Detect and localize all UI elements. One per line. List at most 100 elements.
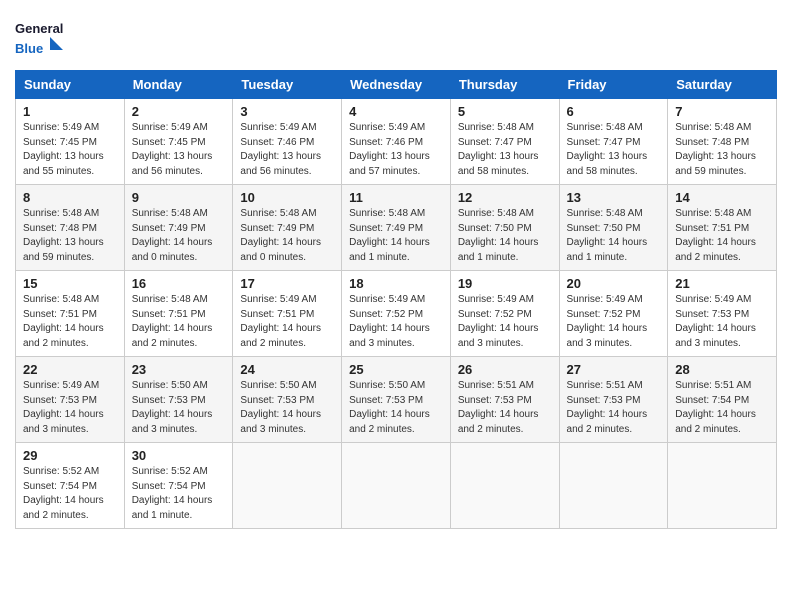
cell-details: Sunrise: 5:48 AMSunset: 7:47 PMDaylight:… [458, 121, 552, 179]
cell-2-6: 21 Sunrise: 5:49 AMSunset: 7:53 PMDayligh… [668, 271, 777, 357]
cell-2-5: 20Sunrise: 5:49 AMSunset: 7:52 PMDayligh… [559, 271, 668, 357]
day-number: 13 [567, 190, 661, 205]
cell-0-1: 2 Sunrise: 5:49 AMSunset: 7:45 PMDaylight… [124, 99, 233, 185]
cell-3-0: 22 Sunrise: 5:49 AMSunset: 7:53 PMDayligh… [16, 357, 125, 443]
day-number: 26 [458, 362, 552, 377]
week-row-4: 22 Sunrise: 5:49 AMSunset: 7:53 PMDayligh… [16, 357, 777, 443]
header-tuesday: Tuesday [233, 71, 342, 99]
cell-4-6 [668, 443, 777, 529]
cell-0-2: 3Sunrise: 5:49 AMSunset: 7:46 PMDaylight… [233, 99, 342, 185]
day-number: 12 [458, 190, 552, 205]
day-number: 2 [132, 104, 226, 119]
day-number: 16 [132, 276, 226, 291]
svg-text:General: General [15, 21, 63, 36]
week-row-3: 15 Sunrise: 5:48 AMSunset: 7:51 PMDayligh… [16, 271, 777, 357]
day-number: 15 [23, 276, 117, 291]
cell-4-3 [342, 443, 451, 529]
cell-details: Sunrise: 5:49 AMSunset: 7:52 PMDaylight:… [458, 293, 552, 351]
day-number: 28 [675, 362, 769, 377]
header-row: SundayMondayTuesdayWednesdayThursdayFrid… [16, 71, 777, 99]
day-number: 18 [349, 276, 443, 291]
cell-1-1: 9 Sunrise: 5:48 AMSunset: 7:49 PMDaylight… [124, 185, 233, 271]
calendar-table: SundayMondayTuesdayWednesdayThursdayFrid… [15, 70, 777, 529]
cell-details: Sunrise: 5:48 AMSunset: 7:50 PMDaylight:… [567, 207, 661, 265]
day-number: 25 [349, 362, 443, 377]
day-number: 29 [23, 448, 117, 463]
header-saturday: Saturday [668, 71, 777, 99]
cell-4-5 [559, 443, 668, 529]
cell-3-5: 27 Sunrise: 5:51 AMSunset: 7:53 PMDayligh… [559, 357, 668, 443]
cell-details: Sunrise: 5:49 AMSunset: 7:53 PMDaylight:… [675, 293, 769, 351]
cell-details: Sunrise: 5:49 AMSunset: 7:45 PMDaylight:… [23, 121, 117, 179]
day-number: 30 [132, 448, 226, 463]
cell-details: Sunrise: 5:48 AMSunset: 7:51 PMDaylight:… [132, 293, 226, 351]
cell-2-3: 18 Sunrise: 5:49 AMSunset: 7:52 PMDayligh… [342, 271, 451, 357]
header-thursday: Thursday [450, 71, 559, 99]
day-number: 27 [567, 362, 661, 377]
cell-0-4: 5 Sunrise: 5:48 AMSunset: 7:47 PMDaylight… [450, 99, 559, 185]
cell-details: Sunrise: 5:48 AMSunset: 7:51 PMDaylight:… [23, 293, 117, 351]
cell-1-0: 8 Sunrise: 5:48 AMSunset: 7:48 PMDaylight… [16, 185, 125, 271]
cell-4-2 [233, 443, 342, 529]
cell-details: Sunrise: 5:48 AMSunset: 7:49 PMDaylight:… [132, 207, 226, 265]
day-number: 1 [23, 104, 117, 119]
day-number: 10 [240, 190, 334, 205]
cell-details: Sunrise: 5:48 AMSunset: 7:47 PMDaylight:… [567, 121, 661, 179]
cell-1-2: 10 Sunrise: 5:48 AMSunset: 7:49 PMDayligh… [233, 185, 342, 271]
header-friday: Friday [559, 71, 668, 99]
cell-details: Sunrise: 5:48 AMSunset: 7:48 PMDaylight:… [675, 121, 769, 179]
cell-4-0: 29 Sunrise: 5:52 AMSunset: 7:54 PMDayligh… [16, 443, 125, 529]
cell-2-4: 19 Sunrise: 5:49 AMSunset: 7:52 PMDayligh… [450, 271, 559, 357]
day-number: 3 [240, 104, 334, 119]
cell-2-1: 16 Sunrise: 5:48 AMSunset: 7:51 PMDayligh… [124, 271, 233, 357]
week-row-5: 29 Sunrise: 5:52 AMSunset: 7:54 PMDayligh… [16, 443, 777, 529]
cell-3-6: 28 Sunrise: 5:51 AMSunset: 7:54 PMDayligh… [668, 357, 777, 443]
cell-details: Sunrise: 5:50 AMSunset: 7:53 PMDaylight:… [349, 379, 443, 437]
day-number: 22 [23, 362, 117, 377]
day-number: 9 [132, 190, 226, 205]
day-number: 19 [458, 276, 552, 291]
day-number: 21 [675, 276, 769, 291]
day-number: 6 [567, 104, 661, 119]
cell-0-3: 4 Sunrise: 5:49 AMSunset: 7:46 PMDaylight… [342, 99, 451, 185]
cell-3-2: 24Sunrise: 5:50 AMSunset: 7:53 PMDayligh… [233, 357, 342, 443]
day-number: 14 [675, 190, 769, 205]
cell-details: Sunrise: 5:49 AMSunset: 7:51 PMDaylight:… [240, 293, 334, 351]
cell-details: Sunrise: 5:51 AMSunset: 7:54 PMDaylight:… [675, 379, 769, 437]
day-number: 5 [458, 104, 552, 119]
logo: General Blue [15, 15, 65, 60]
day-number: 8 [23, 190, 117, 205]
cell-details: Sunrise: 5:49 AMSunset: 7:53 PMDaylight:… [23, 379, 117, 437]
logo-svg: General Blue [15, 15, 65, 60]
svg-text:Blue: Blue [15, 41, 43, 56]
cell-details: Sunrise: 5:48 AMSunset: 7:49 PMDaylight:… [240, 207, 334, 265]
cell-3-3: 25 Sunrise: 5:50 AMSunset: 7:53 PMDayligh… [342, 357, 451, 443]
cell-details: Sunrise: 5:51 AMSunset: 7:53 PMDaylight:… [567, 379, 661, 437]
cell-details: Sunrise: 5:48 AMSunset: 7:50 PMDaylight:… [458, 207, 552, 265]
cell-details: Sunrise: 5:50 AMSunset: 7:53 PMDaylight:… [132, 379, 226, 437]
header: General Blue [15, 15, 777, 60]
cell-details: Sunrise: 5:52 AMSunset: 7:54 PMDaylight:… [23, 465, 117, 523]
cell-3-1: 23Sunrise: 5:50 AMSunset: 7:53 PMDayligh… [124, 357, 233, 443]
cell-0-6: 7Sunrise: 5:48 AMSunset: 7:48 PMDaylight… [668, 99, 777, 185]
cell-details: Sunrise: 5:49 AMSunset: 7:52 PMDaylight:… [567, 293, 661, 351]
cell-1-5: 13 Sunrise: 5:48 AMSunset: 7:50 PMDayligh… [559, 185, 668, 271]
cell-0-0: 1 Sunrise: 5:49 AMSunset: 7:45 PMDaylight… [16, 99, 125, 185]
day-number: 4 [349, 104, 443, 119]
cell-details: Sunrise: 5:49 AMSunset: 7:45 PMDaylight:… [132, 121, 226, 179]
day-number: 24 [240, 362, 334, 377]
cell-2-2: 17Sunrise: 5:49 AMSunset: 7:51 PMDayligh… [233, 271, 342, 357]
cell-details: Sunrise: 5:49 AMSunset: 7:52 PMDaylight:… [349, 293, 443, 351]
cell-0-5: 6 Sunrise: 5:48 AMSunset: 7:47 PMDaylight… [559, 99, 668, 185]
cell-4-4 [450, 443, 559, 529]
week-row-1: 1 Sunrise: 5:49 AMSunset: 7:45 PMDaylight… [16, 99, 777, 185]
cell-details: Sunrise: 5:48 AMSunset: 7:48 PMDaylight:… [23, 207, 117, 265]
cell-details: Sunrise: 5:52 AMSunset: 7:54 PMDaylight:… [132, 465, 226, 523]
cell-1-4: 12 Sunrise: 5:48 AMSunset: 7:50 PMDayligh… [450, 185, 559, 271]
cell-details: Sunrise: 5:48 AMSunset: 7:51 PMDaylight:… [675, 207, 769, 265]
header-sunday: Sunday [16, 71, 125, 99]
cell-details: Sunrise: 5:49 AMSunset: 7:46 PMDaylight:… [349, 121, 443, 179]
header-wednesday: Wednesday [342, 71, 451, 99]
cell-4-1: 30 Sunrise: 5:52 AMSunset: 7:54 PMDayligh… [124, 443, 233, 529]
day-number: 11 [349, 190, 443, 205]
